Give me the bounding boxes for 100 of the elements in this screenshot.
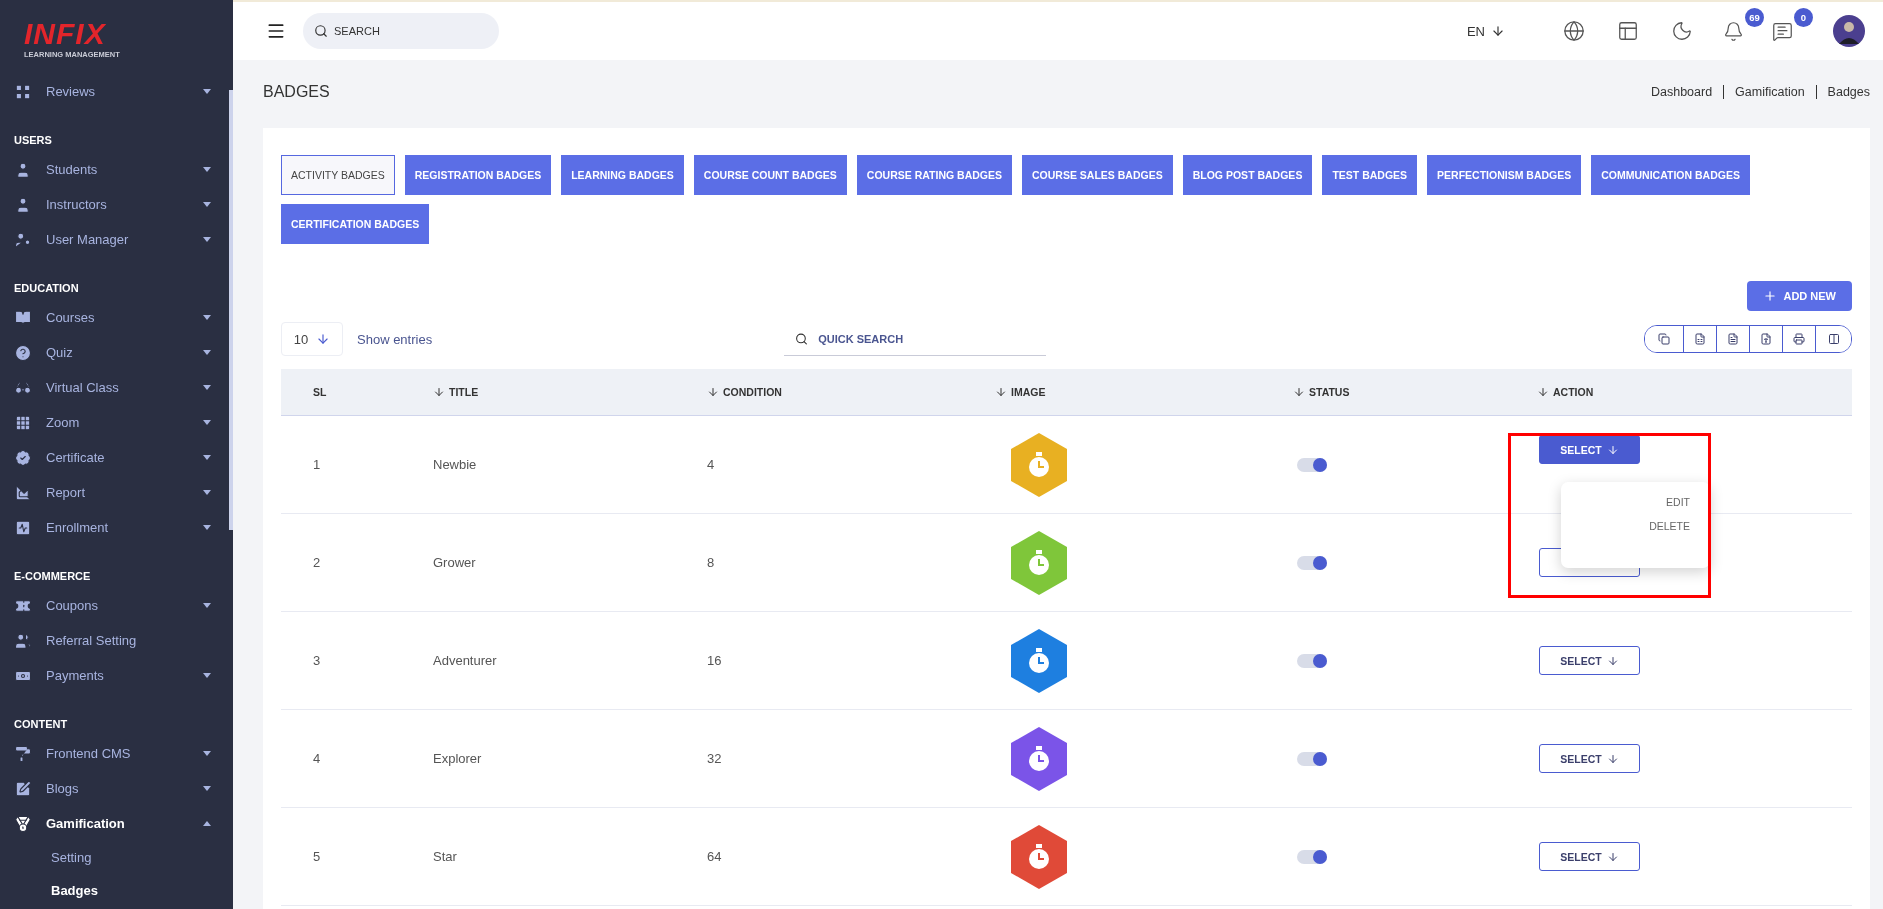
select-button[interactable]: SELECT xyxy=(1539,646,1640,675)
breadcrumb-link[interactable]: Badges xyxy=(1815,85,1870,99)
badge-tab[interactable]: REGISTRATION BADGES xyxy=(404,155,552,195)
file-icon xyxy=(1760,333,1772,345)
breadcrumb-link[interactable]: Gamification xyxy=(1723,85,1816,99)
section-heading: E-COMMERCE xyxy=(14,570,91,582)
badge-tab[interactable]: LEARNING BADGES xyxy=(561,155,684,195)
sidebar-item[interactable]: User Manager xyxy=(0,222,233,257)
menu-item[interactable]: EDIT xyxy=(1666,496,1690,508)
paint-roller-icon xyxy=(14,744,32,763)
caret-icon xyxy=(203,89,211,94)
caret-icon xyxy=(203,202,211,207)
sort-icon[interactable] xyxy=(1293,386,1305,398)
status-toggle[interactable] xyxy=(1297,457,1327,472)
badge-tab[interactable]: COMMUNICATION BADGES xyxy=(1591,155,1750,195)
user-icon xyxy=(14,160,32,179)
sidebar-item[interactable]: Virtual Class xyxy=(0,370,233,405)
globe-button[interactable] xyxy=(1561,18,1587,44)
column-header[interactable]: SL xyxy=(313,386,327,398)
spreadsheet-file-icon xyxy=(1694,333,1706,345)
section-heading: CONTENT xyxy=(14,718,68,730)
sidebar-item[interactable]: Gamification xyxy=(0,806,233,841)
sort-icon[interactable] xyxy=(995,386,1007,398)
caret-icon xyxy=(203,315,211,320)
message-icon xyxy=(1772,20,1793,42)
arrow-down-icon xyxy=(1606,654,1619,667)
table-cell-text: Star xyxy=(432,849,458,864)
table-cell-text: 1 xyxy=(312,457,322,472)
table-cell-text: Explorer xyxy=(432,751,483,766)
print-icon xyxy=(1793,333,1805,345)
table-cell-text: 5 xyxy=(312,849,322,864)
badge-tab[interactable]: ACTIVITY BADGES xyxy=(281,155,395,195)
select-button[interactable]: SELECT xyxy=(1539,435,1640,464)
menu-item[interactable]: DELETE xyxy=(1649,520,1690,532)
sidebar-item[interactable]: Instructors xyxy=(0,187,233,222)
select-button[interactable]: SELECT xyxy=(1539,842,1640,871)
show-entries-label: Show entries xyxy=(357,331,433,347)
table-cell-text: 32 xyxy=(706,751,723,766)
badge-tab[interactable]: CERTIFICATION BADGES xyxy=(281,204,430,244)
grid-icon xyxy=(14,82,32,101)
page-size-select[interactable]: 10 xyxy=(281,322,343,356)
column-header[interactable]: IMAGE xyxy=(1011,386,1046,398)
arrow-down-icon xyxy=(1606,443,1619,456)
status-toggle[interactable] xyxy=(1297,555,1327,570)
sort-icon[interactable] xyxy=(433,386,445,398)
table-cell-text: 8 xyxy=(706,555,716,570)
caret-icon xyxy=(203,455,211,460)
caret-icon xyxy=(203,673,211,678)
status-toggle[interactable] xyxy=(1297,653,1327,668)
sidebar-item[interactable]: Enrollment xyxy=(0,510,233,545)
submenu-item[interactable]: Setting xyxy=(0,841,233,874)
sidebar-item[interactable]: Reviews xyxy=(0,74,233,109)
badge-tab[interactable]: BLOG POST BADGES xyxy=(1182,155,1313,195)
avatar[interactable] xyxy=(1833,15,1865,47)
badge-tab[interactable]: COURSE SALES BADGES xyxy=(1022,155,1173,195)
arrow-down-icon xyxy=(1606,752,1619,765)
column-header[interactable]: TITLE xyxy=(449,386,479,398)
sort-icon[interactable] xyxy=(707,386,719,398)
caret-icon xyxy=(203,490,211,495)
badge-tab[interactable]: TEST BADGES xyxy=(1322,155,1418,195)
table-cell-text: Adventurer xyxy=(432,653,498,668)
text-file-icon xyxy=(1727,333,1739,345)
column-header[interactable]: CONDITION xyxy=(723,386,782,398)
column-header[interactable]: STATUS xyxy=(1309,386,1350,398)
sidebar-item[interactable]: Students xyxy=(0,152,233,187)
table-cell-text: 64 xyxy=(706,849,723,864)
language-selector[interactable]: EN xyxy=(1460,22,1511,40)
column-header[interactable]: ACTION xyxy=(1553,386,1594,398)
sort-icon[interactable] xyxy=(1537,386,1549,398)
user-icon xyxy=(14,195,32,214)
sidebar-item[interactable]: Coupons xyxy=(0,588,233,623)
status-toggle[interactable] xyxy=(1297,751,1327,766)
status-toggle[interactable] xyxy=(1297,849,1327,864)
breadcrumb-link[interactable]: Dashboard xyxy=(1639,85,1724,99)
table-cell-text: 2 xyxy=(312,555,322,570)
columns-icon xyxy=(1827,333,1840,345)
columns-button[interactable] xyxy=(1815,326,1851,352)
sidebar-item[interactable]: Frontend CMS xyxy=(0,736,233,771)
caret-icon xyxy=(203,525,211,530)
sidebar-item[interactable]: Blogs xyxy=(0,771,233,806)
badge-tab[interactable]: COURSE RATING BADGES xyxy=(856,155,1012,195)
sidebar-item[interactable]: Zoom xyxy=(0,405,233,440)
sidebar-item[interactable]: Courses xyxy=(0,300,233,335)
sidebar-item[interactable]: Certificate xyxy=(0,440,233,475)
scrollbar-thumb[interactable] xyxy=(229,90,233,530)
badge-tab[interactable]: PERFECTIONISM BADGES xyxy=(1427,155,1582,195)
chart-icon xyxy=(14,483,32,502)
sidebar-item[interactable]: Quiz xyxy=(0,335,233,370)
badge-tab[interactable]: COURSE COUNT BADGES xyxy=(693,155,847,195)
sidebar-item[interactable]: Referral Setting xyxy=(0,623,233,658)
sidebar-item[interactable]: Payments xyxy=(0,658,233,693)
copy-icon xyxy=(1658,333,1670,345)
arrow-down-icon xyxy=(1491,24,1505,38)
notifications-button[interactable] xyxy=(1723,19,1744,43)
select-button[interactable]: SELECT xyxy=(1539,744,1640,773)
sidebar-item[interactable]: Report xyxy=(0,475,233,510)
add-new-button[interactable]: ADD NEW xyxy=(1747,281,1852,311)
submenu-item[interactable]: Badges xyxy=(0,874,233,907)
search-field[interactable]: SEARCH xyxy=(303,13,499,49)
arrow-down-icon xyxy=(1606,850,1619,863)
